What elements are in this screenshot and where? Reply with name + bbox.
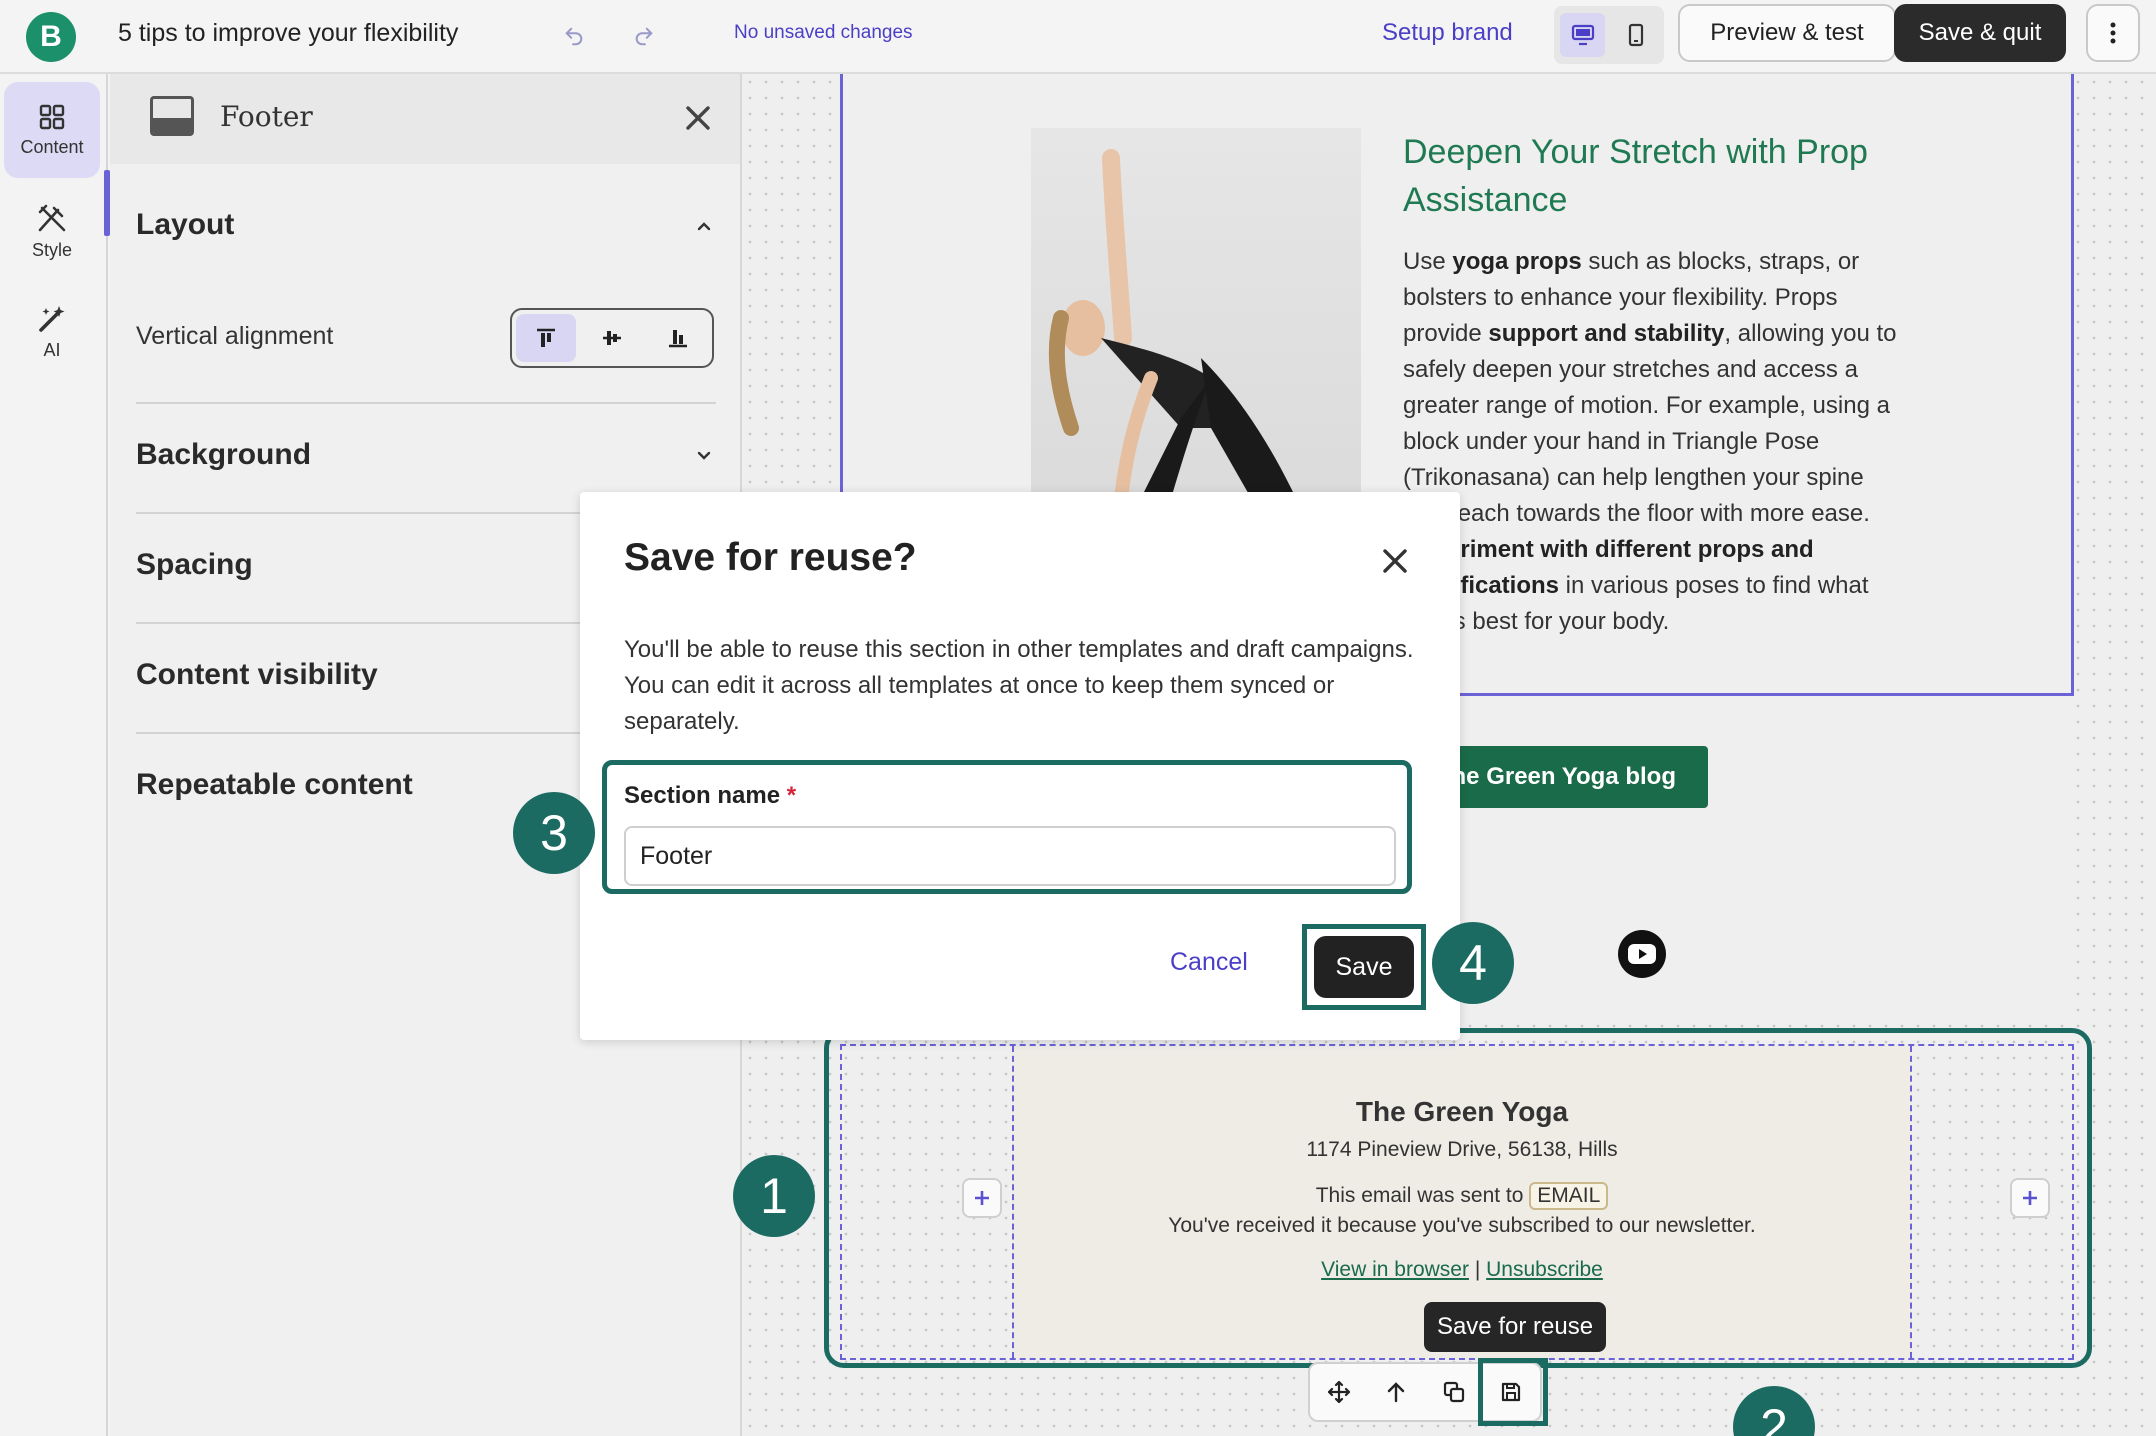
align-bottom-icon (669, 330, 687, 348)
align-top-icon (537, 328, 555, 347)
duplicate-icon (1443, 1381, 1464, 1403)
rail-label: Content (20, 136, 84, 157)
rail-label: AI (43, 339, 61, 360)
save-status: No unsaved changes (734, 22, 913, 43)
device-toggle (1554, 6, 1664, 64)
section-name-label: Section name * (624, 782, 796, 810)
divider (136, 402, 716, 404)
layout-heading: Layout (136, 208, 235, 241)
save-for-reuse-tooltip: Save for reuse (1424, 1302, 1606, 1352)
arrow-up-icon (1388, 1382, 1405, 1403)
background-heading: Background (136, 438, 312, 471)
align-bottom-button[interactable] (648, 314, 708, 362)
brush-icon (38, 204, 66, 231)
duplicate-button[interactable] (1429, 1367, 1479, 1417)
rail-item-content[interactable]: Content (4, 82, 100, 178)
mobile-icon (1628, 23, 1643, 47)
content-visibility-heading: Content visibility (136, 658, 378, 691)
undo-icon[interactable] (554, 16, 594, 56)
desktop-view-button[interactable] (1560, 13, 1605, 57)
layout-section-header[interactable]: Layout (136, 208, 716, 242)
rail-label: Style (31, 239, 73, 260)
vertical-alignment-label: Vertical alignment (136, 322, 334, 350)
left-rail: Content Style AI (0, 74, 110, 1436)
rail-item-style[interactable]: Style (4, 184, 100, 280)
align-middle-button[interactable] (582, 314, 642, 362)
background-section-header[interactable]: Background (136, 438, 716, 472)
save-button[interactable]: Save (1314, 936, 1414, 998)
save-quit-button[interactable]: Save & quit (1894, 4, 2066, 62)
magic-wand-icon (39, 305, 65, 332)
dialog-description: You'll be able to reuse this section in … (624, 636, 1414, 735)
mobile-view-button[interactable] (1613, 13, 1658, 57)
save-for-reuse-dialog: Save for reuse? You'll be able to reuse … (580, 492, 1460, 1040)
article-body: Use yoga props such as blocks, straps, o… (1403, 248, 1897, 635)
step-badge-1: 1 (733, 1155, 815, 1237)
top-bar: B 5 tips to improve your flexibility No … (0, 0, 2156, 74)
section-name-input[interactable] (624, 826, 1396, 886)
brand-logo[interactable]: B (26, 12, 76, 62)
spacing-heading: Spacing (136, 548, 253, 581)
close-icon[interactable] (682, 102, 714, 134)
section-name-label-text: Section name (624, 782, 781, 809)
youtube-icon[interactable] (1618, 930, 1666, 978)
close-icon[interactable] (1380, 546, 1410, 576)
step-badge-2: 2 (1733, 1386, 1815, 1436)
article-heading: Deepen Your Stretch with Prop Assistance (1403, 133, 1868, 219)
save-tool-highlight (1478, 1358, 1548, 1426)
panel-title: Footer (220, 100, 313, 133)
grid-icon (39, 104, 65, 129)
align-middle-icon (603, 331, 621, 345)
move-button[interactable] (1314, 1367, 1364, 1417)
panel-header: Footer (110, 74, 740, 164)
cancel-button[interactable]: Cancel (1170, 948, 1248, 977)
preview-test-button[interactable]: Preview & test (1678, 4, 1896, 62)
move-up-button[interactable] (1371, 1367, 1421, 1417)
align-top-button[interactable] (516, 314, 576, 362)
required-asterisk: * (786, 782, 797, 809)
vertical-alignment-toggle (510, 308, 714, 368)
step-badge-3: 3 (513, 792, 595, 874)
rail-item-ai[interactable]: AI (4, 284, 100, 380)
repeatable-content-heading: Repeatable content (136, 768, 413, 801)
redo-icon[interactable] (624, 16, 664, 56)
footer-block-icon (150, 96, 194, 136)
chevron-up-icon (697, 222, 711, 231)
desktop-icon (1571, 24, 1594, 46)
dialog-title: Save for reuse? (624, 536, 917, 579)
more-vertical-icon (2110, 22, 2116, 44)
step-badge-4: 4 (1432, 922, 1514, 1004)
chevron-down-icon (697, 451, 711, 460)
setup-brand-link[interactable]: Setup brand (1382, 19, 1513, 47)
more-options-button[interactable] (2086, 4, 2140, 62)
move-icon (1327, 1380, 1350, 1404)
document-title[interactable]: 5 tips to improve your flexibility (118, 19, 458, 48)
